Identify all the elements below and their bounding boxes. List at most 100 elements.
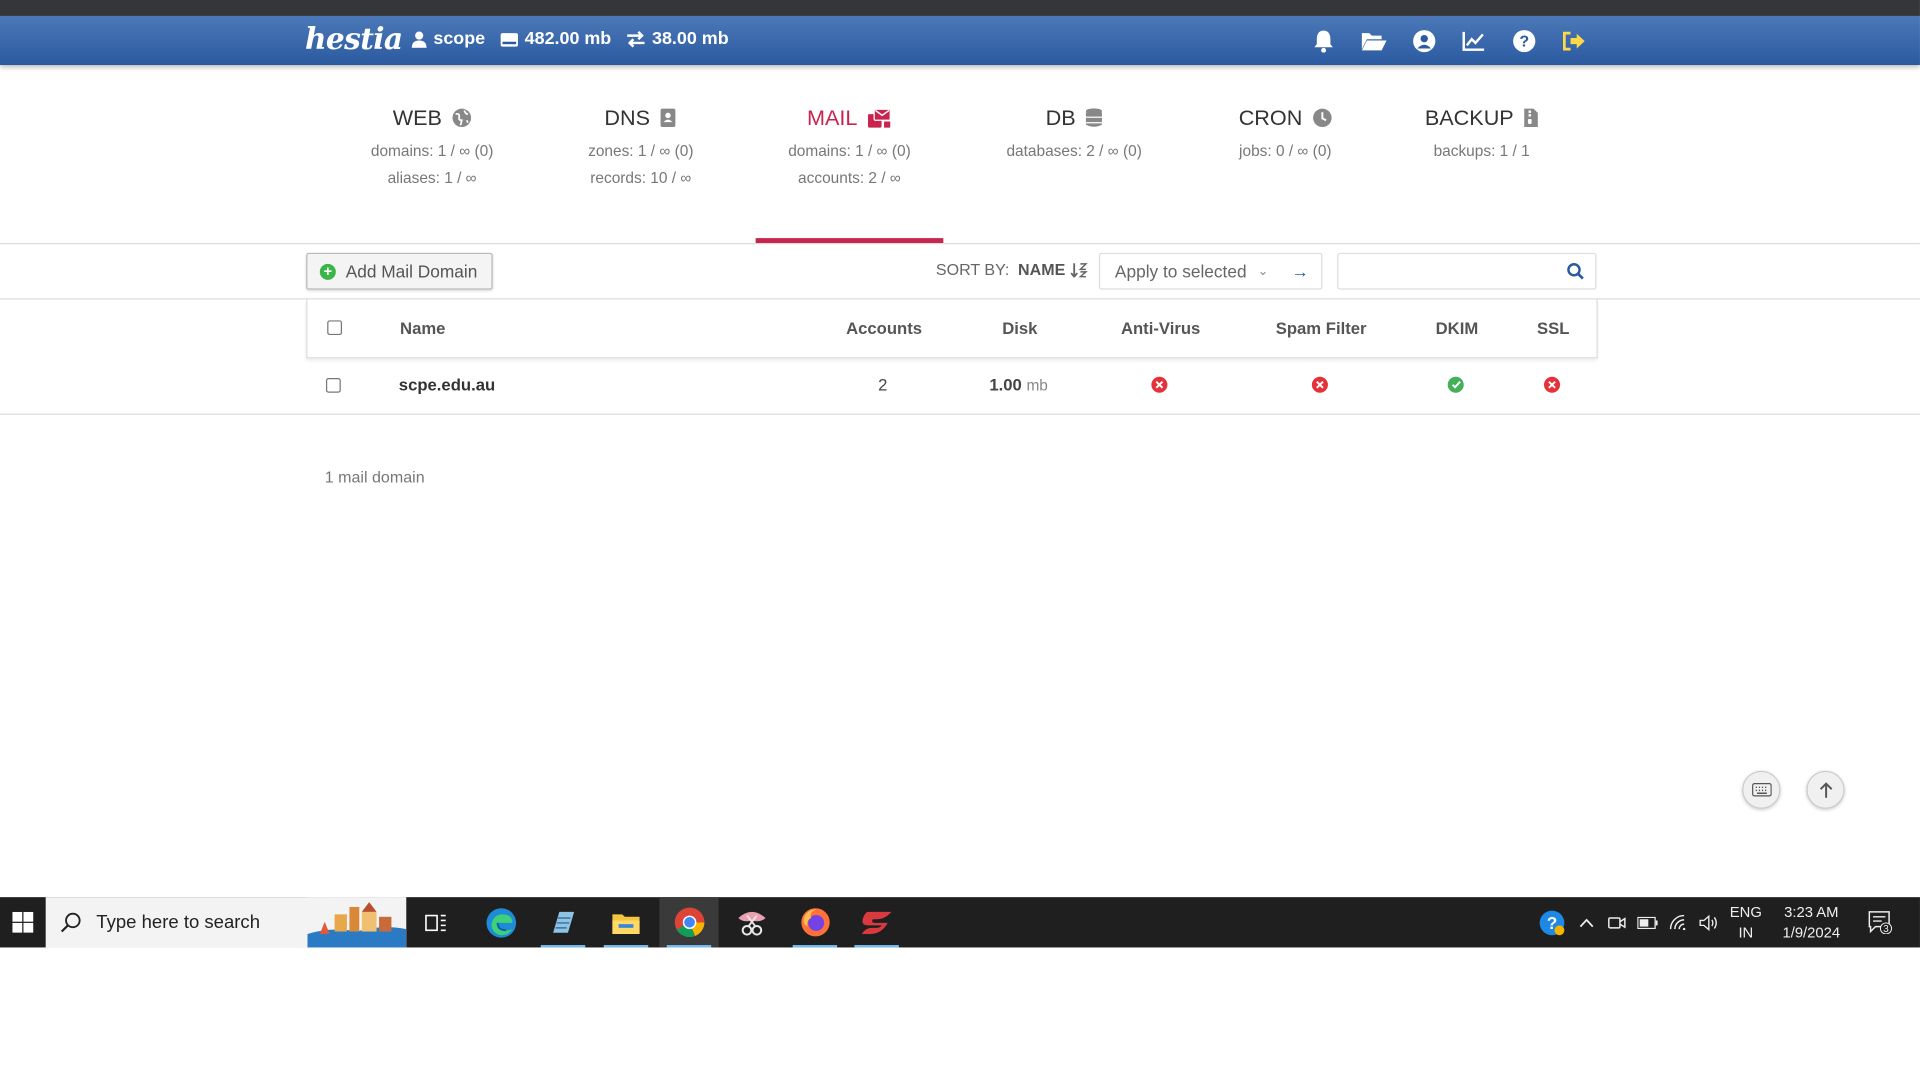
taskbar-app-snipping[interactable] — [722, 897, 781, 947]
sort-by-label: SORT BY: — [935, 260, 1010, 279]
mail-domain-count: 1 mail domain — [324, 467, 425, 487]
tray-meet-now[interactable] — [1603, 897, 1630, 947]
column-header-spam-filter[interactable]: Spam Filter — [1276, 319, 1367, 337]
hestia-logo[interactable]: hestia — [305, 21, 403, 57]
column-header-disk[interactable]: Disk — [1002, 319, 1037, 337]
tab-db-label: DB — [1045, 104, 1076, 130]
tab-dns-line2: records: 10 / ∞ — [590, 169, 692, 187]
screen: hestia scope 482.00 mb 38.00 mb ? WEB do… — [0, 0, 1920, 1080]
spam-filter-disabled-icon — [1311, 376, 1328, 393]
top-icons: ? — [1310, 27, 1610, 54]
column-header-accounts[interactable]: Accounts — [846, 319, 922, 337]
notification-center-icon: 3 — [1868, 911, 1893, 934]
svg-text:?: ? — [1519, 33, 1529, 50]
taskbar-edge[interactable] — [472, 897, 531, 947]
accounts-count: 2 — [878, 375, 888, 394]
antivirus-disabled-icon — [1151, 376, 1168, 393]
bandwidth-value: 38.00 mb — [651, 29, 729, 50]
language-region: IN — [1738, 923, 1754, 941]
username: scope — [433, 29, 486, 50]
add-mail-domain-button[interactable]: + Add Mail Domain — [306, 252, 493, 290]
notifications-button[interactable] — [1310, 27, 1337, 54]
logout-button[interactable] — [1560, 27, 1587, 54]
user-indicator[interactable]: scope — [411, 29, 485, 49]
chevron-up-icon — [1579, 917, 1594, 927]
exchange-icon — [627, 31, 645, 48]
disk-usage-value: 482.00 mb — [524, 29, 612, 50]
start-button[interactable] — [0, 897, 44, 947]
sort-by-button[interactable]: NAME — [1018, 260, 1088, 279]
tray-notifications[interactable]: 3 — [1862, 897, 1899, 947]
user-account-button[interactable] — [1410, 27, 1437, 54]
notepad-icon — [553, 911, 575, 933]
taskbar-expressvpn[interactable] — [847, 897, 906, 948]
select-all-checkbox[interactable] — [327, 320, 343, 336]
mail-domain-name[interactable]: scpe.edu.au — [399, 376, 495, 394]
disk-usage: 482.00 mb — [500, 29, 611, 49]
search-box — [1337, 252, 1597, 290]
column-header-ssl[interactable]: SSL — [1537, 319, 1569, 337]
blank-area — [0, 947, 1920, 1080]
tab-dns[interactable]: DNS zones: 1 / ∞ (0) records: 10 / ∞ — [542, 104, 740, 187]
clock-icon — [1312, 108, 1332, 128]
sort-alpha-icon — [1070, 262, 1088, 277]
user-stats: scope 482.00 mb 38.00 mb — [411, 29, 743, 49]
edge-icon — [486, 907, 517, 938]
column-header-dkim[interactable]: DKIM — [1436, 319, 1479, 337]
column-header-name[interactable]: Name — [400, 319, 445, 337]
taskbar-app-notepad[interactable] — [533, 897, 592, 948]
speaker-icon — [1698, 914, 1717, 931]
battery-icon — [1636, 916, 1657, 929]
taskbar-firefox[interactable] — [785, 897, 844, 948]
plus-circle-icon: + — [319, 263, 336, 280]
tab-db[interactable]: DB databases: 2 / ∞ (0) — [975, 104, 1173, 159]
statistics-button[interactable] — [1460, 27, 1487, 54]
globe-icon — [452, 108, 471, 128]
tab-cron-label: CRON — [1238, 104, 1303, 130]
scroll-to-top-button[interactable] — [1806, 770, 1845, 809]
row-checkbox[interactable] — [325, 378, 341, 393]
search-input[interactable] — [1338, 254, 1549, 289]
shortcuts-button[interactable] — [1742, 770, 1781, 809]
folder-icon — [612, 913, 640, 934]
question-circle-icon: ? — [1512, 29, 1535, 52]
taskbar-search-placeholder: Type here to search — [96, 911, 261, 933]
tray-help[interactable]: ? — [1536, 897, 1568, 947]
apply-arrow-icon[interactable]: → — [1291, 261, 1308, 281]
tab-web-label: WEB — [392, 104, 442, 130]
bandwidth-usage: 38.00 mb — [626, 29, 729, 49]
top-navigation-bar: hestia scope 482.00 mb 38.00 mb ? — [0, 15, 1920, 66]
tray-show-hidden-icons[interactable] — [1573, 897, 1600, 947]
taskbar-chrome[interactable] — [659, 897, 719, 948]
file-manager-button[interactable] — [1360, 27, 1387, 54]
tab-cron[interactable]: CRON jobs: 0 / ∞ (0) — [1187, 104, 1385, 159]
tab-web[interactable]: WEB domains: 1 / ∞ (0) aliases: 1 / ∞ — [333, 104, 531, 186]
taskbar-file-explorer[interactable] — [596, 897, 655, 948]
sign-out-icon — [1562, 31, 1585, 50]
add-mail-domain-label: Add Mail Domain — [345, 261, 478, 282]
help-button[interactable]: ? — [1510, 27, 1537, 54]
tab-mail[interactable]: MAIL domains: 1 / ∞ (0) accounts: 2 / ∞ — [751, 104, 949, 187]
tray-clock[interactable]: 3:23 AM 1/9/2024 — [1773, 897, 1850, 947]
bell-icon — [1314, 30, 1333, 53]
column-header-antivirus[interactable]: Anti-Virus — [1121, 319, 1200, 337]
table-row[interactable]: scpe.edu.au 2 1.00 mb — [306, 358, 1597, 413]
tray-volume[interactable] — [1694, 897, 1724, 947]
tab-backup[interactable]: BACKUP backups: 1 / 1 — [1383, 104, 1581, 159]
language-code: ENG — [1729, 902, 1762, 920]
tab-web-line1: domains: 1 / ∞ (0) — [370, 142, 494, 160]
hdd-icon — [500, 32, 518, 47]
folder-open-icon — [1361, 32, 1386, 50]
dkim-enabled-icon — [1447, 376, 1464, 393]
search-icon[interactable] — [1567, 263, 1584, 280]
wifi-icon — [1669, 914, 1686, 931]
bulk-action-select[interactable]: Apply to selected ⌄ → — [1098, 252, 1323, 290]
camera-icon — [1607, 916, 1625, 928]
tray-battery[interactable] — [1632, 897, 1662, 947]
tab-mail-line2: accounts: 2 / ∞ — [798, 169, 901, 187]
tray-input-language[interactable]: ENG IN — [1726, 897, 1766, 947]
task-view-button[interactable] — [407, 897, 466, 947]
tray-network[interactable] — [1664, 897, 1694, 947]
address-book-icon — [661, 108, 676, 128]
taskbar-search-box[interactable]: Type here to search — [45, 897, 407, 948]
